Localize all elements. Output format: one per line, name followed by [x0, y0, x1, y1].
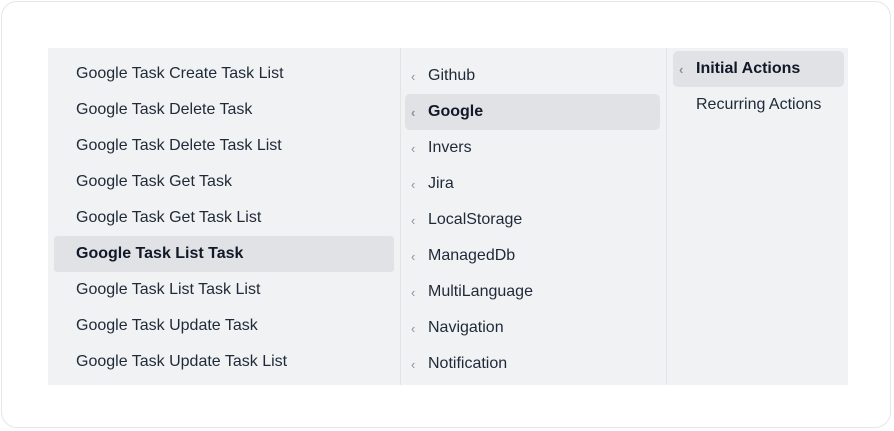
chevron-left-icon: ‹: [411, 356, 416, 372]
menu-item-label: ManagedDb: [428, 247, 516, 264]
menu-card: Google Task Create Task List Google Task…: [1, 1, 891, 428]
menu-item-recurring-actions[interactable]: Recurring Actions: [673, 87, 844, 123]
menu-item-google[interactable]: ‹ Google: [405, 94, 660, 130]
menu-item-jira[interactable]: ‹ Jira: [405, 166, 660, 202]
action-type-submenu: ‹ Initial Actions Recurring Actions: [667, 48, 848, 385]
menu-item-label: Navigation: [428, 319, 504, 336]
menu-item-github[interactable]: ‹ Github: [405, 58, 660, 94]
menu-item-google-task-update-task-list[interactable]: Google Task Update Task List: [54, 344, 394, 380]
menu-item-notification[interactable]: ‹ Notification: [405, 346, 660, 382]
menu-item-navigation[interactable]: ‹ Navigation: [405, 310, 660, 346]
menu-item-label: Recurring Actions: [696, 96, 822, 113]
menu-item-invers[interactable]: ‹ Invers: [405, 130, 660, 166]
chevron-left-icon: ‹: [411, 248, 416, 264]
menu-item-google-task-delete-task[interactable]: Google Task Delete Task: [54, 92, 394, 128]
menu-item-google-task-update-task[interactable]: Google Task Update Task: [54, 308, 394, 344]
chevron-left-icon: ‹: [411, 320, 416, 336]
chevron-left-icon: ‹: [411, 68, 416, 84]
menu-item-label: LocalStorage: [428, 211, 523, 228]
menu-item-label: Google Task Update Task: [76, 317, 258, 334]
menu-item-label: Google Task Get Task List: [76, 209, 262, 226]
menu-item-label: Google: [428, 103, 484, 120]
menu-item-label: Google Task Update Task List: [76, 353, 288, 370]
menu-item-manageddb[interactable]: ‹ ManagedDb: [405, 238, 660, 274]
menu-item-label: Notification: [428, 355, 508, 372]
menu-item-google-task-list-task[interactable]: Google Task List Task: [54, 236, 394, 272]
menu-item-label: Jira: [428, 175, 454, 192]
integrations-submenu: ‹ Github ‹ Google ‹ Invers ‹ Jira ‹ Loca…: [401, 48, 667, 385]
menu-item-label: MultiLanguage: [428, 283, 533, 300]
menu-item-label: Google Task Create Task List: [76, 65, 284, 82]
menu-item-label: Google Task Get Task: [76, 173, 232, 190]
menu-item-google-task-delete-task-list[interactable]: Google Task Delete Task List: [54, 128, 394, 164]
menu-item-google-task-get-task[interactable]: Google Task Get Task: [54, 164, 394, 200]
chevron-left-icon: ‹: [411, 104, 416, 120]
actions-submenu: Google Task Create Task List Google Task…: [48, 48, 401, 385]
chevron-left-icon: ‹: [679, 61, 684, 77]
chevron-left-icon: ‹: [411, 284, 416, 300]
menu-item-label: Github: [428, 67, 476, 84]
menu-item-multilanguage[interactable]: ‹ MultiLanguage: [405, 274, 660, 310]
menu-item-google-task-list-task-list[interactable]: Google Task List Task List: [54, 272, 394, 308]
menu-item-label: Initial Actions: [696, 60, 801, 77]
menu-item-label: Invers: [428, 139, 472, 156]
chevron-left-icon: ‹: [411, 140, 416, 156]
cascading-menu: Google Task Create Task List Google Task…: [48, 48, 848, 385]
chevron-left-icon: ‹: [411, 212, 416, 228]
menu-item-localstorage[interactable]: ‹ LocalStorage: [405, 202, 660, 238]
menu-item-label: Google Task List Task List: [76, 281, 261, 298]
menu-item-initial-actions[interactable]: ‹ Initial Actions: [673, 51, 844, 87]
chevron-left-icon: ‹: [411, 176, 416, 192]
menu-item-label: Google Task Delete Task List: [76, 137, 282, 154]
menu-item-google-task-create-task-list[interactable]: Google Task Create Task List: [54, 56, 394, 92]
menu-item-google-task-get-task-list[interactable]: Google Task Get Task List: [54, 200, 394, 236]
menu-item-label: Google Task Delete Task: [76, 101, 253, 118]
menu-item-label: Google Task List Task: [76, 245, 244, 262]
